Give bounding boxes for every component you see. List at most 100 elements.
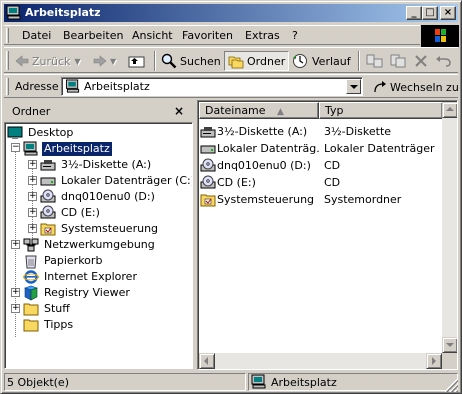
tree-item-desktop[interactable]: Desktop <box>7 125 75 141</box>
expand-toggle-c-drive[interactable]: + <box>28 176 37 185</box>
address-combobox[interactable]: Arbeitsplatz <box>61 77 363 96</box>
status-bar: 5 Objekt(e) Arbeitsplatz <box>4 372 458 392</box>
forward-dropdown-icon[interactable]: ▼ <box>110 57 116 66</box>
maximize-glyph: □ <box>425 7 435 18</box>
resize-grip[interactable] <box>445 379 458 392</box>
address-value[interactable]: Arbeitsplatz <box>84 80 150 93</box>
expand-toggle-registry-viewer[interactable]: + <box>11 288 20 297</box>
scroll-left-button[interactable] <box>199 353 215 369</box>
tree-item-internet-explorer[interactable]: Internet Explorer <box>23 269 139 285</box>
column-header-name[interactable]: Dateiname ▲ <box>199 102 319 119</box>
column-header-type[interactable]: Typ <box>319 102 443 119</box>
undo-button[interactable] <box>435 51 453 71</box>
file-type: CD <box>324 159 341 172</box>
tree-item-control-panel[interactable]: Systemsteuerung <box>40 221 160 237</box>
folders-button[interactable]: Ordner <box>224 51 290 71</box>
menu-bearbeiten[interactable]: Bearbeiten <box>63 29 123 42</box>
tree-item-e-drive[interactable]: CD (E:) <box>40 205 102 221</box>
search-button[interactable]: Suchen <box>161 51 221 71</box>
my-computer-icon <box>6 5 21 20</box>
title-bar[interactable]: Arbeitsplatz _ □ × <box>4 4 458 22</box>
list-item[interactable]: Lokaler Datenträg... Lokaler Datenträger <box>200 140 435 157</box>
tree-label-c-drive: Lokaler Datenträger (C:) <box>61 174 193 187</box>
control-panel-icon <box>200 194 216 206</box>
tree-item-c-drive[interactable]: Lokaler Datenträger (C:) <box>40 173 193 189</box>
minimize-button[interactable]: _ <box>406 6 422 20</box>
scroll-down-button[interactable] <box>442 337 457 353</box>
collapse-toggle-arbeitsplatz[interactable]: − <box>11 143 20 152</box>
toolbar-separator <box>154 51 156 71</box>
toggle-glyph: + <box>12 303 20 313</box>
tree-item-arbeitsplatz[interactable]: Arbeitsplatz <box>23 141 113 157</box>
expand-toggle-stuff[interactable]: + <box>11 304 20 313</box>
my-computer-icon <box>251 374 266 389</box>
floppy-drive-icon <box>200 126 216 137</box>
forward-button[interactable]: ▼ <box>92 51 116 71</box>
back-button[interactable]: Zurück ▼ <box>14 51 81 71</box>
tree-item-registry-viewer[interactable]: Registry Viewer <box>23 285 132 301</box>
addressbar-grip[interactable] <box>6 78 9 95</box>
file-list[interactable]: Dateiname ▲ Typ 3½-Diskette (A:) 3½-Disk… <box>197 100 458 370</box>
close-button[interactable]: × <box>440 6 456 20</box>
horizontal-scrollbar[interactable] <box>199 353 442 369</box>
tree-label-control-panel: Systemsteuerung <box>61 222 159 235</box>
tree-item-floppy[interactable]: 3½-Diskette (A:) <box>40 157 153 173</box>
toolbar-grip[interactable] <box>6 51 9 70</box>
explorer-window: Arbeitsplatz _ □ × Datei Bearbeiten Ansi… <box>0 0 462 394</box>
folder-pane-header: Ordner × <box>4 100 192 122</box>
network-icon <box>23 238 39 252</box>
history-button[interactable]: Verlauf <box>292 51 351 71</box>
internet-explorer-icon <box>23 270 39 284</box>
address-dropdown-button[interactable] <box>346 79 361 94</box>
folder-pane-close-icon[interactable]: × <box>174 104 184 118</box>
tree-item-tipps[interactable]: Tipps <box>23 317 75 333</box>
file-type: Lokaler Datenträger <box>324 142 435 155</box>
tree-label-internet-explorer: Internet Explorer <box>44 270 137 283</box>
scroll-right-button[interactable] <box>426 353 442 369</box>
menu-extras[interactable]: Extras <box>245 29 280 42</box>
move-to-button[interactable] <box>365 51 385 71</box>
list-item[interactable]: dnq010enu0 (D:) CD <box>200 157 340 174</box>
menu-ansicht[interactable]: Ansicht <box>132 29 173 42</box>
scrollbar-corner <box>442 353 457 369</box>
expand-toggle-network[interactable]: + <box>11 240 20 249</box>
expand-toggle-e-drive[interactable]: + <box>28 208 37 217</box>
cd-drive-icon <box>200 175 216 188</box>
status-location-text: Arbeitsplatz <box>271 375 337 389</box>
go-button[interactable]: Wechseln zu <box>372 78 459 96</box>
tree-item-recycle-bin[interactable]: Papierkorb <box>23 253 104 269</box>
copy-to-button[interactable] <box>389 51 409 71</box>
folders-label: Ordner <box>247 54 286 68</box>
menu-favoriten[interactable]: Favoriten <box>182 29 233 42</box>
back-dropdown-icon[interactable]: ▼ <box>74 57 80 66</box>
status-object-count: 5 Objekt(e) <box>4 373 246 391</box>
menu-help[interactable]: ? <box>292 29 298 42</box>
scroll-up-button[interactable] <box>442 102 457 118</box>
file-type: 3½-Diskette <box>324 125 392 138</box>
tree-item-stuff[interactable]: Stuff <box>23 301 72 317</box>
tree-label-e-drive: CD (E:) <box>61 206 100 219</box>
status-count-text: 5 Objekt(e) <box>7 375 69 389</box>
vertical-scrollbar[interactable] <box>442 102 457 353</box>
expand-toggle-floppy[interactable]: + <box>28 160 37 169</box>
list-item[interactable]: 3½-Diskette (A:) 3½-Diskette <box>200 123 391 140</box>
folder-tree[interactable]: − + + + + + + + + Desktop Arbeitsplatz 3… <box>4 122 193 369</box>
expand-toggle-d-drive[interactable]: + <box>28 192 37 201</box>
delete-button[interactable] <box>413 51 429 71</box>
search-label: Suchen <box>180 54 221 68</box>
delete-icon <box>415 55 427 67</box>
list-item[interactable]: Systemsteuerung Systemordner <box>200 191 401 208</box>
expand-toggle-control-panel[interactable]: + <box>28 224 37 233</box>
tree-item-d-drive[interactable]: dnq010enu0 (D:) <box>40 189 157 205</box>
menubar-grip[interactable] <box>6 28 9 43</box>
tree-item-network[interactable]: Netzwerkumgebung <box>23 237 157 253</box>
toggle-glyph: + <box>12 239 20 249</box>
menu-datei[interactable]: Datei <box>22 29 51 42</box>
list-item[interactable]: CD (E:) CD <box>200 174 340 191</box>
file-name: Lokaler Datenträg... <box>217 142 320 155</box>
history-icon <box>293 54 307 68</box>
address-label: Adresse <box>15 80 59 93</box>
up-button[interactable] <box>128 51 146 71</box>
search-icon <box>161 53 177 69</box>
maximize-button[interactable]: □ <box>422 6 438 20</box>
